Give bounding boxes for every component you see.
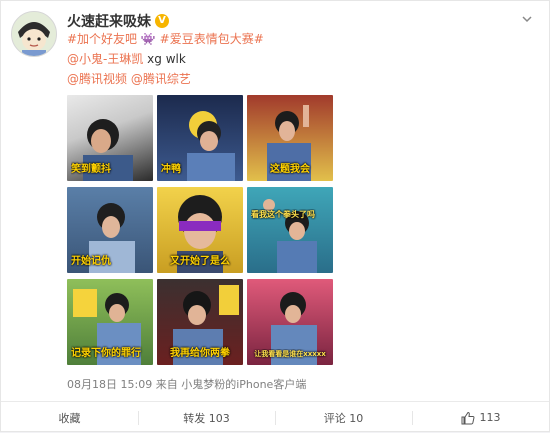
verified-badge-icon: V (155, 14, 169, 28)
repost-button[interactable]: 转发 103 (138, 402, 275, 433)
photo-placeholder (263, 199, 317, 273)
chevron-down-icon[interactable] (521, 13, 533, 25)
image-caption: 让我看看是谁在xxxxx (254, 350, 326, 358)
thumbs-up-icon (461, 411, 474, 424)
author-name[interactable]: 火速赶来吸妹 (67, 11, 151, 31)
mention-link[interactable]: @小鬼-王琳凯 (67, 52, 143, 66)
image-caption: 这题我会 (270, 164, 310, 175)
image-thumbnail[interactable]: 这题我会 (247, 95, 333, 181)
post-date[interactable]: 08月18日 15:09 (67, 378, 152, 391)
image-thumbnail[interactable]: 让我看看是谁在xxxxx (247, 279, 333, 365)
mention-link[interactable]: @腾讯综艺 (131, 72, 191, 86)
image-caption: 又开始了是么 (170, 256, 230, 267)
comment-label: 评论 10 (323, 411, 364, 425)
image-thumbnail[interactable]: 记录下你的罪行 (67, 279, 153, 365)
image-caption: 冲鸭 (161, 164, 181, 175)
image-grid: 笑到颤抖 冲鸭 这题我会 开始记仇 又开始了是么 看我这个拳头了吗 记录下你的罪… (67, 95, 333, 365)
image-caption: 记录下你的罪行 (71, 348, 141, 359)
mention-link[interactable]: @腾讯视频 (67, 72, 127, 86)
image-caption: 看我这个拳头了吗 (251, 210, 315, 219)
weibo-post-card: 火速赶来吸妹 V #加个好友吧 👾 #爱豆表情包大赛# @小鬼-王琳凯 xg w… (0, 0, 550, 432)
hashtag-link[interactable]: #加个好友吧 (67, 32, 137, 46)
image-thumbnail[interactable]: 看我这个拳头了吗 (247, 187, 333, 273)
avatar-illustration (12, 12, 56, 56)
post-meta: 08月18日 15:09 来自 小鬼梦粉的iPhone客户端 (67, 376, 306, 392)
author-row: 火速赶来吸妹 V (67, 11, 169, 31)
favorite-label: 收藏 (58, 411, 81, 425)
post-text-line-3: @腾讯视频 @腾讯综艺 (67, 71, 191, 87)
image-thumbnail[interactable]: 我再给你两拳 (157, 279, 243, 365)
action-bar: 收藏 转发 103 评论 10 113 (1, 402, 549, 433)
favorite-button[interactable]: 收藏 (1, 402, 138, 433)
hashtag-link[interactable]: #爱豆表情包大赛# (160, 32, 264, 46)
post-text: xg wlk (143, 52, 186, 66)
image-thumbnail[interactable]: 开始记仇 (67, 187, 153, 273)
image-thumbnail[interactable]: 冲鸭 (157, 95, 243, 181)
post-text-line-1: #加个好友吧 👾 #爱豆表情包大赛# (67, 31, 264, 47)
image-thumbnail[interactable]: 又开始了是么 (157, 187, 243, 273)
image-thumbnail[interactable]: 笑到颤抖 (67, 95, 153, 181)
like-button[interactable]: 113 (412, 402, 549, 433)
post-source[interactable]: 来自 小鬼梦粉的iPhone客户端 (156, 378, 307, 391)
like-count: 113 (479, 411, 501, 424)
image-caption: 我再给你两拳 (170, 348, 230, 359)
comment-button[interactable]: 评论 10 (275, 402, 412, 433)
emoji-icon: 👾 (140, 32, 156, 46)
repost-label: 转发 103 (183, 411, 230, 425)
image-caption: 开始记仇 (71, 256, 111, 267)
image-caption: 笑到颤抖 (71, 164, 111, 175)
author-avatar[interactable] (11, 11, 57, 57)
post-text-line-2: @小鬼-王琳凯 xg wlk (67, 51, 186, 67)
